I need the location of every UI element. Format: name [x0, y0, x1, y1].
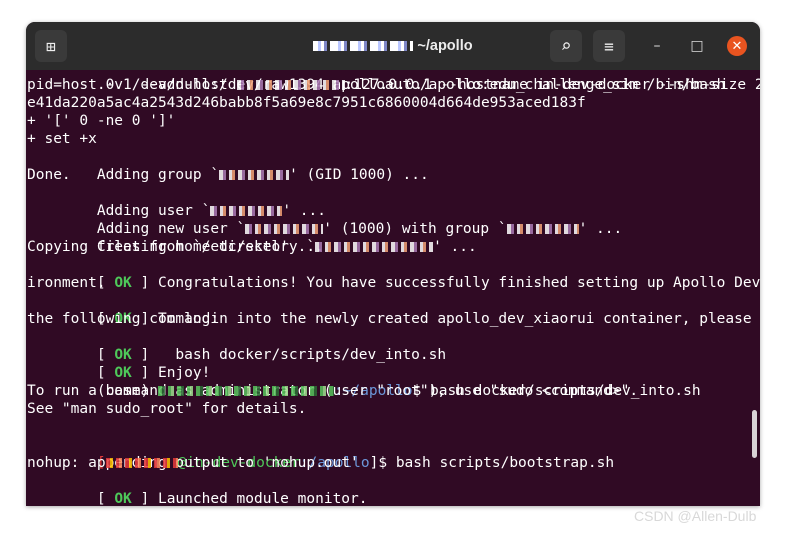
output-text: e41da220a5ac4a2543d246babb8f5a69e8c7951c… — [27, 95, 586, 111]
output-text: ' (1000) with group ` — [323, 221, 507, 237]
output-text: Adding new user ` — [96, 221, 246, 237]
close-button[interactable]: ✕ — [727, 36, 747, 56]
command-text: ]$ bash scripts/bootstrap.sh — [369, 455, 615, 471]
redacted-user-host — [157, 386, 334, 396]
redacted-text — [210, 206, 283, 216]
terminal-line: [ OK ] Congratulations! You have success… — [27, 256, 760, 291]
output-text: ironment. — [27, 275, 106, 291]
output-text: ' ... — [578, 221, 623, 237]
terminal-output[interactable]: .0.1 --add-host :127.0.0.1 --hostname in… — [26, 70, 760, 506]
output-text: + '[' 0 -ne 0 ']' — [27, 113, 176, 129]
output-text: [ — [96, 491, 115, 506]
terminal-line: pid=host -v /dev/null:/dev/raw1394 apoll… — [27, 76, 760, 94]
search-button[interactable]: ⌕ — [550, 30, 582, 62]
output-text: the following command: — [27, 311, 220, 327]
title-bar: ⊞ ~/apollo ⌕ ≡ – □ ✕ — [26, 22, 760, 70]
terminal-line: Adding group ` ' (GID 1000) ... — [27, 148, 760, 183]
output-text: ' ... — [433, 239, 477, 255]
output-text: Adding group ` — [96, 167, 220, 183]
redacted-text — [236, 80, 345, 90]
terminal-line: + set +x — [27, 130, 760, 148]
redacted-text — [315, 242, 434, 252]
output-text: See "man sudo_root" for details. — [27, 401, 307, 417]
output-text: pid=host -v /dev/null:/dev/raw1394 apoll… — [27, 77, 726, 93]
maximize-icon: □ — [690, 38, 704, 54]
terminal-line: [ OK ] Launched module monitor. — [27, 472, 760, 506]
ok-status: OK — [114, 491, 132, 506]
output-text: ] Launched module monitor. — [131, 491, 368, 506]
terminal-line: Adding user ` ' ... — [27, 184, 760, 219]
new-tab-icon: ⊞ — [46, 36, 56, 56]
redacted-user — [105, 458, 178, 468]
output-text: ] Enjoy! — [131, 365, 211, 381]
new-tab-button[interactable]: ⊞ — [35, 30, 67, 62]
terminal-window: ⊞ ~/apollo ⌕ ≡ – □ ✕ .0.1 --add-host :12… — [26, 22, 760, 506]
maximize-button[interactable]: □ — [687, 36, 707, 56]
output-text: + set +x — [27, 131, 97, 147]
menu-button[interactable]: ≡ — [593, 30, 625, 62]
ok-status: OK — [114, 275, 132, 291]
output-text: ] bash docker/scripts/dev_into.sh — [131, 347, 447, 363]
hamburger-menu-icon: ≡ — [604, 36, 614, 56]
output-text: ' ... — [282, 203, 326, 219]
output-text: nohup: appending output to 'nohup.out' — [27, 455, 359, 471]
window-title: ~/apollo — [226, 22, 560, 70]
scrollbar-thumb[interactable] — [752, 410, 757, 458]
terminal-line: + '[' 0 -ne 0 ']' — [27, 112, 760, 130]
output-text: ] Congratulations! You have successfully… — [131, 275, 761, 291]
redacted-text — [245, 224, 324, 234]
minimize-button[interactable]: – — [647, 36, 667, 56]
output-text: Copying files from `/etc/skel' ... — [27, 239, 324, 255]
redacted-hostname — [313, 41, 414, 51]
output-text: Done. — [27, 167, 71, 183]
output-text: ' (GID 1000) ... — [289, 167, 429, 183]
terminal-line: [ OK ] To login into the newly created a… — [27, 292, 760, 327]
close-icon: ✕ — [731, 38, 743, 54]
redacted-text — [219, 170, 290, 180]
output-text: [ — [96, 365, 115, 381]
terminal-line: See "man sudo_root" for details. — [27, 400, 760, 418]
output-text: [ — [96, 347, 115, 363]
terminal-line: e41da220a5ac4a2543d246babb8f5a69e8c7951c… — [27, 94, 760, 112]
redacted-text — [506, 224, 579, 234]
terminal-line: [@in-dev-docker:/apollo]$ bash scripts/b… — [27, 436, 760, 471]
minimize-icon: – — [653, 38, 661, 54]
terminal-line: [ OK ] bash docker/scripts/dev_into.sh — [27, 328, 760, 363]
watermark: CSDN @Allen-Dulb — [634, 508, 757, 524]
title-path: ~/apollo — [417, 38, 473, 54]
ok-status: OK — [114, 347, 132, 363]
ok-status: OK — [114, 365, 132, 381]
output-text: Adding user ` — [96, 203, 211, 219]
search-icon: ⌕ — [560, 35, 572, 57]
output-text: ] To login into the newly created apollo… — [131, 311, 760, 327]
